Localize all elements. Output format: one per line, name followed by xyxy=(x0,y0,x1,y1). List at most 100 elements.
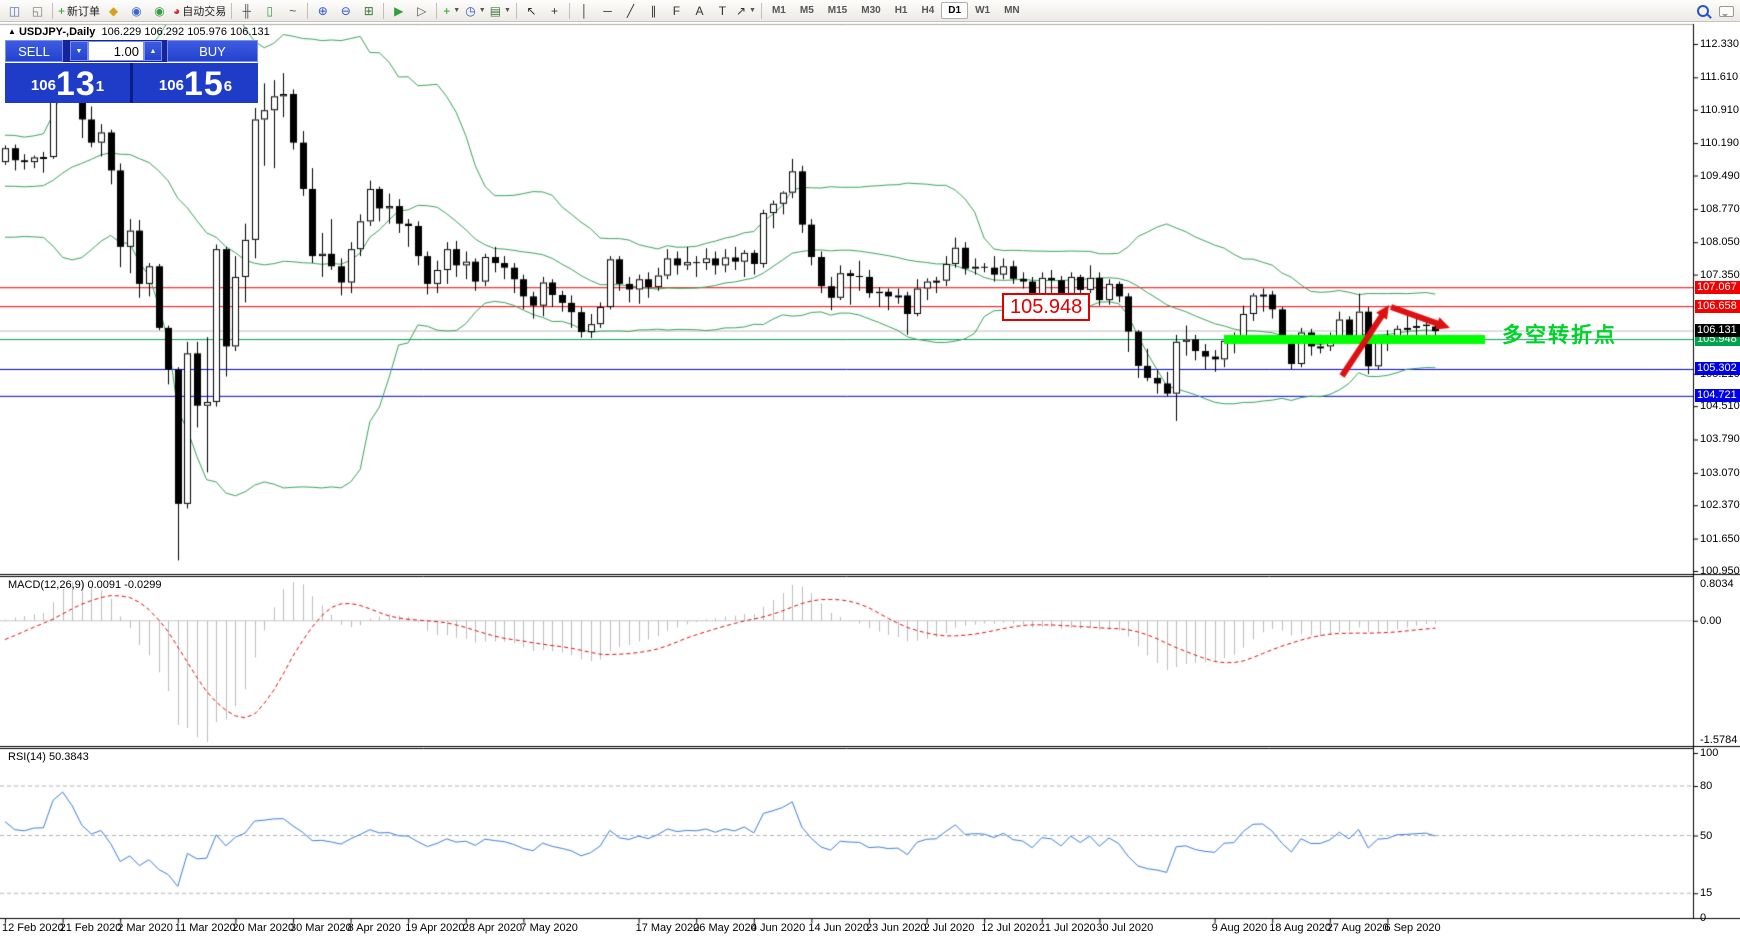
templates-button-dropdown-icon[interactable]: ▼ xyxy=(504,7,511,14)
charts-window-icon[interactable]: ◫ xyxy=(3,2,26,20)
chart-shift-glyph: ▷ xyxy=(417,2,426,20)
signals-icon[interactable]: ◉ xyxy=(148,2,171,20)
chart-shift-button[interactable]: ▷ xyxy=(410,2,433,20)
indicators-button[interactable]: +▼ xyxy=(440,2,463,20)
indicators-button-dropdown-icon[interactable]: ▼ xyxy=(453,7,460,14)
macd-pane-title: MACD(12,26,9) 0.0091 -0.0299 xyxy=(8,579,161,591)
sell-price[interactable]: 106 13 1 xyxy=(5,63,130,103)
search-icon[interactable] xyxy=(1697,5,1709,17)
history-center-icon[interactable]: ◆ xyxy=(102,2,125,20)
price-annotation-label[interactable]: 105.948 xyxy=(1002,293,1090,321)
rsi-axis-level: 15 xyxy=(1700,887,1712,899)
channel-glyph: ∥ xyxy=(650,2,656,20)
rsi-axis-level: 0 xyxy=(1700,912,1706,924)
timeframe-m30[interactable]: M30 xyxy=(854,2,887,19)
timeframe-m1[interactable]: M1 xyxy=(765,2,793,19)
toolbar-groups: ◫◱+新订单◆◉◉◕自动交易╫▯~⊕⊖⊞▶▷+▼◷▼▤▼↖+│─╱∥FAT↗▼M… xyxy=(3,2,1027,20)
trendline-tool[interactable]: ╱ xyxy=(619,2,642,20)
date-tick: 21 Jul 2020 xyxy=(1039,922,1096,934)
data-window-icon[interactable]: ◱ xyxy=(26,2,49,20)
fibonacci-tool[interactable]: F xyxy=(665,2,688,20)
text-label-tool[interactable]: T xyxy=(711,2,734,20)
macd-axis-max: 0.8034 xyxy=(1700,578,1734,590)
price-tick: 107.350 xyxy=(1700,269,1740,281)
data-window-icon-glyph: ◱ xyxy=(32,2,43,20)
one-click-trading-panel: SELL ▼ 1.00 ▲ BUY 106 13 1 106 15 6 xyxy=(5,40,258,103)
channel-tool[interactable]: ∥ xyxy=(642,2,665,20)
price-tick: 110.190 xyxy=(1700,137,1739,149)
crosshair-tool[interactable]: + xyxy=(543,2,566,20)
toolbar-separator xyxy=(307,3,308,19)
arrows-glyph: ↗ xyxy=(736,2,746,20)
bar-chart-mode-icon-glyph: ╫ xyxy=(243,2,252,20)
indicators-glyph: + xyxy=(443,2,450,20)
price-line-badge: 105.302 xyxy=(1695,362,1740,375)
charts-window-icon-glyph: ◫ xyxy=(9,2,20,20)
timeframe-w1[interactable]: W1 xyxy=(968,2,997,19)
timeframe-m15[interactable]: M15 xyxy=(821,2,854,19)
templates-button[interactable]: ▤▼ xyxy=(488,2,513,20)
auto-trading-button[interactable]: ◕自动交易 xyxy=(171,2,228,20)
date-tick: 23 Jun 2020 xyxy=(866,922,927,934)
timeframe-h1[interactable]: H1 xyxy=(888,2,915,19)
timeframe-d1[interactable]: D1 xyxy=(941,2,968,19)
new-order-button[interactable]: +新订单 xyxy=(56,2,102,20)
timeframe-mn[interactable]: MN xyxy=(997,2,1027,19)
arrows-tool-dropdown-icon[interactable]: ▼ xyxy=(749,7,756,14)
chat-icon[interactable] xyxy=(1719,6,1734,17)
turning-point-annotation[interactable]: 多空转折点 xyxy=(1502,319,1617,349)
cursor-tool[interactable]: ↖ xyxy=(520,2,543,20)
ohlc-low: 105.976 xyxy=(187,26,227,38)
tile-windows-icon[interactable]: ⊞ xyxy=(357,2,380,20)
date-tick: 12 Jul 2020 xyxy=(981,922,1038,934)
timeframe-h4[interactable]: H4 xyxy=(914,2,941,19)
arrows-tool[interactable]: ↗▼ xyxy=(734,2,758,20)
collapse-arrow-icon[interactable]: ▲ xyxy=(8,27,16,36)
signals-icon-glyph: ◉ xyxy=(154,2,164,20)
toolbar-separator xyxy=(52,3,53,19)
price-tick: 103.790 xyxy=(1700,433,1740,445)
ohlc-open: 106.229 xyxy=(102,26,142,38)
cursor-glyph: ↖ xyxy=(526,2,536,20)
zoom-in-button[interactable]: ⊕ xyxy=(311,2,334,20)
vertical-line-tool[interactable]: │ xyxy=(573,2,596,20)
buy-price[interactable]: 106 15 6 xyxy=(133,63,258,103)
timeframe-m5[interactable]: M5 xyxy=(793,2,821,19)
date-tick: 2 Jul 2020 xyxy=(924,922,975,934)
rsi-pane-title: RSI(14) 50.3843 xyxy=(8,751,89,763)
sell-button[interactable]: SELL xyxy=(5,40,63,62)
volume-input[interactable]: 1.00 xyxy=(88,41,144,61)
text-tool[interactable]: A xyxy=(688,2,711,20)
date-tick: 18 Aug 2020 xyxy=(1269,922,1331,934)
buy-button[interactable]: BUY xyxy=(167,40,258,62)
tile-windows-icon-glyph: ⊞ xyxy=(364,2,374,20)
date-tick: 28 Apr 2020 xyxy=(463,922,522,934)
rsi-axis-level: 100 xyxy=(1700,747,1718,759)
horizontal-line-tool[interactable]: ─ xyxy=(596,2,619,20)
sell-price-big: 13 xyxy=(56,67,96,101)
buy-price-sup: 6 xyxy=(224,63,232,111)
bar-chart-mode-icon[interactable]: ╫ xyxy=(235,2,258,20)
date-tick: 14 Jun 2020 xyxy=(808,922,869,934)
ohlc-close: 106.131 xyxy=(230,26,270,38)
horizontal-line-glyph: ─ xyxy=(603,2,612,20)
buy-price-prefix: 106 xyxy=(159,71,184,101)
sell-price-prefix: 106 xyxy=(31,71,56,101)
toolbar-separator xyxy=(516,3,517,19)
line-chart-mode-icon[interactable]: ~ xyxy=(281,2,304,20)
volume-increase-button[interactable]: ▲ xyxy=(144,41,162,61)
periods-button-dropdown-icon[interactable]: ▼ xyxy=(479,7,486,14)
price-tick: 109.490 xyxy=(1700,170,1740,182)
periods-button[interactable]: ◷▼ xyxy=(463,2,487,20)
date-tick: 19 Apr 2020 xyxy=(405,922,464,934)
market-watch-icon-glyph: ◉ xyxy=(131,2,141,20)
zoom-out-button[interactable]: ⊖ xyxy=(334,2,357,20)
volume-decrease-button[interactable]: ▼ xyxy=(70,41,88,61)
price-line-badge: 106.658 xyxy=(1695,300,1740,313)
candlestick-mode-icon[interactable]: ▯ xyxy=(258,2,281,20)
toolbar-separator xyxy=(383,3,384,19)
market-watch-icon[interactable]: ◉ xyxy=(125,2,148,20)
history-center-icon-glyph: ◆ xyxy=(109,2,118,20)
date-tick: 11 Mar 2020 xyxy=(175,922,236,934)
auto-scroll-button[interactable]: ▶ xyxy=(387,2,410,20)
